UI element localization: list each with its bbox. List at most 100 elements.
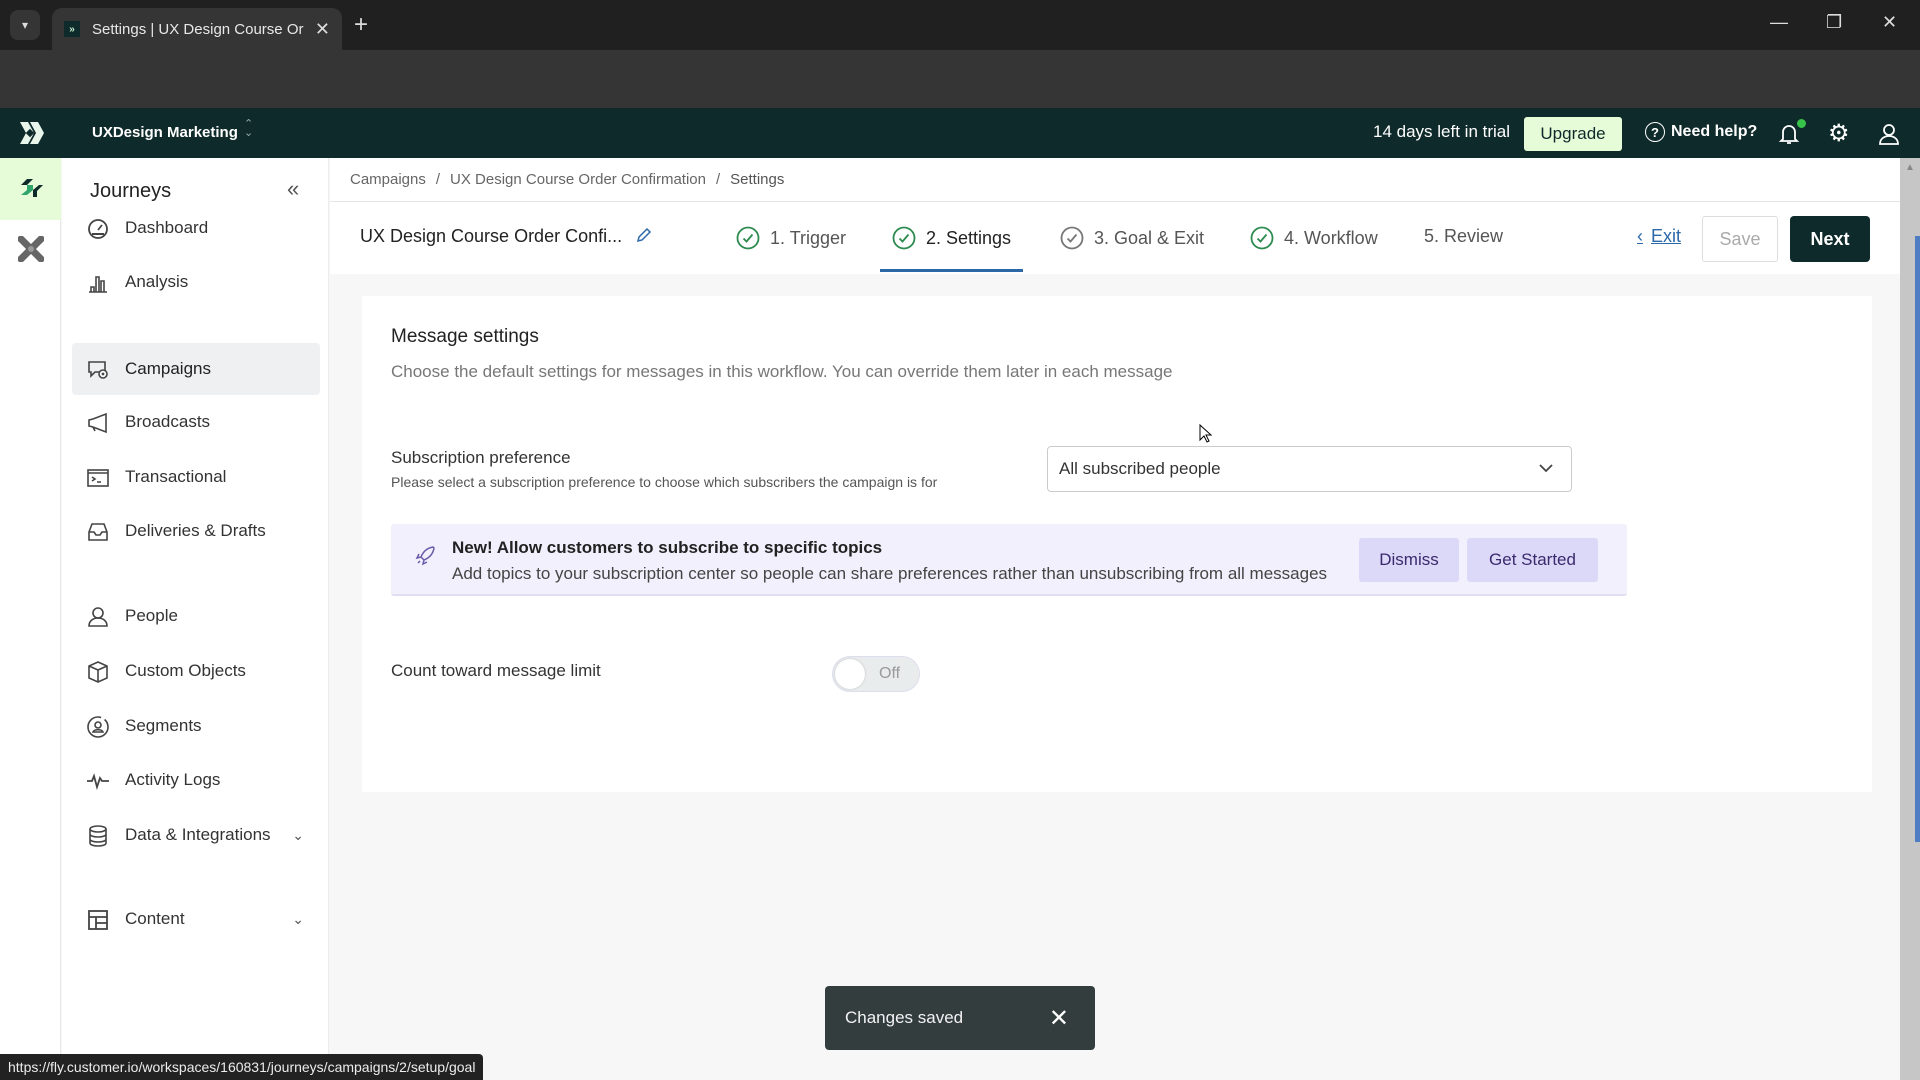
sidebar-item-label: Broadcasts [125, 412, 211, 431]
customerio-logo-icon[interactable] [18, 120, 44, 146]
updown-chevron-icon[interactable]: ⌃ ⌄ [244, 119, 253, 139]
sidebar-item-label: Dashboard [125, 218, 209, 237]
bar-chart-icon [89, 276, 107, 293]
active-step-indicator [880, 269, 1023, 272]
sidebar-item-label: People [125, 606, 178, 625]
app-header [0, 108, 1920, 158]
sidebar-item-content[interactable]: Content ⌄ [72, 893, 320, 945]
collapse-sidebar-icon[interactable]: « [287, 176, 299, 202]
rail-data-pipelines[interactable] [0, 220, 61, 278]
save-button[interactable]: Save [1702, 216, 1778, 262]
gear-icon[interactable]: ⚙ [1828, 119, 1850, 148]
sidebar-item-label: Data & Integrations [125, 825, 271, 844]
sidebar-item-transactional[interactable]: Transactional [72, 451, 320, 503]
message-settings-card: Message settings Choose the default sett… [362, 296, 1872, 792]
status-bar-url: https://fly.customer.io/workspaces/16083… [0, 1054, 484, 1080]
database-icon [89, 825, 107, 847]
dashboard-gauge-icon [88, 219, 108, 239]
favicon-icon: » [64, 21, 80, 37]
workspace-switcher[interactable]: UXDesign Marketing [92, 124, 238, 141]
sidebar-item-dashboard[interactable]: Dashboard [72, 202, 320, 254]
sidebar-item-label: Transactional [125, 467, 227, 486]
mouse-cursor-icon [1199, 424, 1213, 443]
subscription-preference-select[interactable]: All subscribed people [1047, 446, 1572, 492]
sidebar-title: Journeys [90, 180, 172, 202]
segment-person-icon [87, 716, 109, 738]
step-goal-exit[interactable]: 3. Goal & Exit [1060, 226, 1204, 250]
chevron-down-icon [1539, 464, 1553, 473]
rail-journeys[interactable] [0, 158, 61, 220]
trial-status: 14 days left in trial [1373, 122, 1511, 141]
chevron-down-icon: ▾ [21, 18, 29, 32]
section-description: Choose the default settings for messages… [391, 362, 1173, 381]
step-label: 4. Workflow [1284, 227, 1378, 248]
check-circle-icon [736, 226, 760, 250]
pulse-icon [87, 773, 109, 791]
next-button[interactable]: Next [1790, 216, 1870, 262]
banner-description: Add topics to your subscription center s… [452, 564, 1328, 583]
restore-icon[interactable]: ❐ [1826, 12, 1842, 33]
rocket-icon [415, 546, 435, 566]
toast-message: Changes saved [845, 1008, 964, 1027]
topics-promo-banner: New! Allow customers to subscribe to spe… [391, 524, 1627, 596]
sidebar-item-label: Analysis [125, 272, 189, 291]
browser-tab-active[interactable]: » Settings | UX Design Course Or ✕ [52, 8, 342, 50]
step-settings[interactable]: 2. Settings [892, 226, 1011, 250]
scrollbar-thumb[interactable] [1915, 236, 1920, 842]
breadcrumb-campaigns[interactable]: Campaigns [350, 171, 426, 188]
step-review[interactable]: 5. Review [1424, 226, 1503, 247]
scroll-up-arrow-icon[interactable]: ▲ [1905, 162, 1915, 173]
step-trigger[interactable]: 1. Trigger [736, 226, 846, 250]
edit-pencil-icon[interactable] [635, 226, 653, 244]
inbox-tray-icon [88, 523, 108, 541]
subscription-preference-help: Please select a subscription preference … [391, 474, 938, 490]
user-account-icon[interactable] [1878, 122, 1900, 146]
tab-search-button[interactable]: ▾ [10, 10, 40, 40]
sidebar-item-segments[interactable]: Segments [72, 700, 320, 752]
browser-tab-bar: ▾ » Settings | UX Design Course Or ✕ + —… [0, 0, 1920, 50]
sidebar-item-data-integrations[interactable]: Data & Integrations ⌄ [72, 809, 320, 861]
sidebar-item-label: Campaigns [125, 359, 211, 378]
step-label: 3. Goal & Exit [1094, 227, 1205, 248]
select-value: All subscribed people [1059, 459, 1221, 478]
tab-title: Settings | UX Design Course Or [92, 20, 304, 38]
terminal-icon [87, 469, 109, 487]
window-close-icon[interactable]: ✕ [1882, 12, 1897, 33]
chevron-down-icon[interactable]: ⌄ [292, 827, 304, 844]
toggle-knob [835, 659, 865, 689]
product-rail [0, 158, 61, 1080]
chevron-down-icon[interactable]: ⌄ [292, 911, 304, 928]
changes-saved-toast: Changes saved ✕ [825, 986, 1095, 1050]
person-icon [88, 607, 108, 627]
subscription-preference-label: Subscription preference [391, 448, 571, 467]
section-heading: Message settings [391, 326, 539, 347]
toast-close-icon[interactable]: ✕ [1049, 1004, 1069, 1033]
exit-link[interactable]: ‹ Exit [1637, 226, 1681, 247]
dismiss-button[interactable]: Dismiss [1359, 538, 1459, 582]
step-workflow[interactable]: 4. Workflow [1250, 226, 1378, 250]
exit-label: Exit [1651, 226, 1682, 246]
check-circle-icon [892, 226, 916, 250]
minimize-icon[interactable]: — [1770, 12, 1788, 33]
upgrade-button[interactable]: Upgrade [1524, 117, 1622, 151]
get-started-button[interactable]: Get Started [1467, 538, 1598, 582]
new-tab-button[interactable]: + [354, 11, 368, 39]
count-limit-toggle[interactable]: Off [832, 656, 920, 692]
tab-close-icon[interactable]: ✕ [315, 19, 330, 40]
cube-icon [88, 661, 108, 683]
toggle-state-label: Off [879, 665, 901, 682]
sidebar-item-campaigns[interactable]: Campaigns [72, 343, 320, 395]
sidebar-item-broadcasts[interactable]: Broadcasts [72, 396, 320, 448]
check-circle-icon [1250, 226, 1274, 250]
sidebar-item-deliveries-drafts[interactable]: Deliveries & Drafts [72, 505, 320, 557]
breadcrumb-campaign-name[interactable]: UX Design Course Order Confirmation [450, 171, 706, 188]
sidebar-item-analysis[interactable]: Analysis [72, 256, 320, 308]
sidebar-item-people[interactable]: People [72, 590, 320, 642]
sidebar-item-label: Segments [125, 716, 202, 735]
sidebar-item-activity-logs[interactable]: Activity Logs [72, 754, 320, 806]
sidebar-item-custom-objects[interactable]: Custom Objects [72, 645, 320, 697]
need-help-button[interactable]: ? Need help? [1645, 122, 1757, 142]
need-help-label: Need help? [1671, 123, 1758, 140]
count-limit-label: Count toward message limit [391, 661, 601, 680]
campaign-steps-bar: UX Design Course Order Confi... 1. Trigg… [330, 202, 1900, 274]
